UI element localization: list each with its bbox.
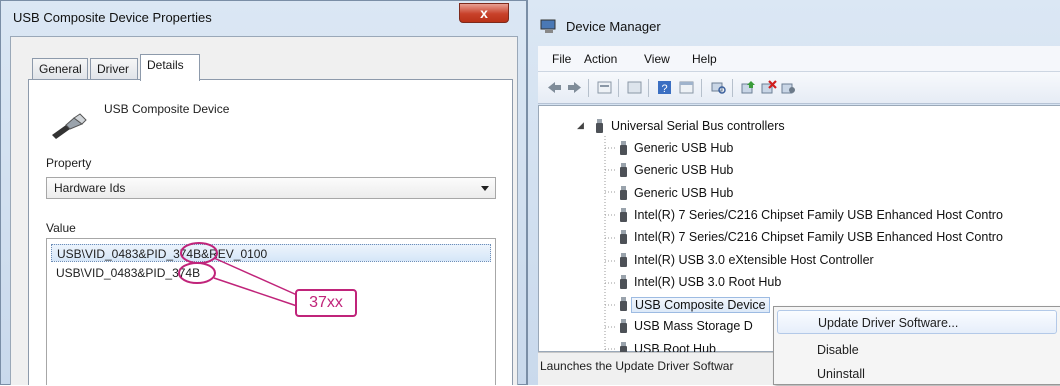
usb-device-icon	[620, 253, 627, 267]
window-title: Device Manager	[566, 19, 661, 34]
tree-category-usb[interactable]: Universal Serial Bus controllers	[611, 119, 785, 133]
usb-device-icon	[620, 163, 627, 177]
list-item[interactable]: USB\VID_0483&PID_374B	[51, 264, 205, 282]
usb-plug-icon	[52, 113, 87, 139]
tree-item[interactable]: Intel(R) USB 3.0 Root Hub	[634, 275, 781, 289]
tree-item[interactable]: Intel(R) USB 3.0 eXtensible Host Control…	[634, 253, 874, 267]
device-manager-window: Device Manager File Action View Help ? ◢…	[527, 0, 1060, 385]
toolbar-separator	[618, 79, 619, 97]
close-button[interactable]: x	[459, 3, 509, 23]
usb-device-icon	[620, 275, 627, 289]
toolbar-separator	[732, 79, 733, 97]
status-text: Launches the Update Driver Softwar	[540, 359, 734, 373]
view-icon[interactable]	[678, 80, 695, 95]
usb-device-icon	[620, 141, 627, 155]
toolbar-separator	[648, 79, 649, 97]
update-driver-icon[interactable]	[740, 80, 757, 95]
collapse-arrow-icon[interactable]: ◢	[577, 120, 584, 131]
chevron-down-icon	[481, 186, 489, 191]
tab-general[interactable]: General	[32, 58, 88, 80]
menu-item-disable[interactable]: Disable	[777, 338, 1057, 362]
console-icon[interactable]	[626, 80, 643, 95]
property-dropdown[interactable]: Hardware Ids	[46, 177, 496, 199]
property-label: Property	[46, 156, 92, 170]
usb-device-icon	[620, 230, 627, 244]
menu-bar: File Action View Help	[538, 46, 1060, 72]
menu-view[interactable]: View	[644, 52, 670, 66]
menu-item-update-driver[interactable]: Update Driver Software...	[777, 310, 1057, 334]
uninstall-icon[interactable]	[760, 80, 777, 95]
menu-file[interactable]: File	[552, 52, 571, 66]
tree-item[interactable]: USB Composite Device	[631, 297, 770, 313]
tab-details[interactable]: Details	[140, 54, 200, 81]
properties-titlebar[interactable]: USB Composite Device Properties x	[1, 1, 526, 35]
forward-icon[interactable]	[566, 80, 583, 95]
tree-item[interactable]: Generic USB Hub	[634, 141, 733, 155]
usb-device-icon	[620, 186, 627, 200]
tree-item[interactable]: Intel(R) 7 Series/C216 Chipset Family US…	[634, 230, 1003, 244]
tree-item[interactable]: Generic USB Hub	[634, 186, 733, 200]
menu-item-uninstall[interactable]: Uninstall	[777, 362, 1057, 386]
toolbar-separator	[701, 79, 702, 97]
context-menu: Update Driver Software... Disable Uninst…	[773, 306, 1060, 385]
usb-device-icon	[620, 319, 627, 333]
list-item[interactable]: USB\VID_0483&PID_374B&REV_0100	[51, 244, 491, 262]
menu-action[interactable]: Action	[584, 52, 617, 66]
tree-item[interactable]: Generic USB Hub	[634, 163, 733, 177]
usb-device-icon	[620, 208, 627, 222]
device-manager-icon	[540, 19, 556, 33]
tree-item[interactable]: Intel(R) 7 Series/C216 Chipset Family US…	[634, 208, 1003, 222]
help-icon[interactable]: ?	[656, 80, 673, 95]
window-title: USB Composite Device Properties	[13, 10, 212, 25]
device-name: USB Composite Device	[104, 102, 230, 116]
toolbar-separator	[588, 79, 589, 97]
tree-item[interactable]: USB Mass Storage D	[634, 319, 753, 333]
property-selected-value: Hardware Ids	[54, 181, 126, 195]
usb-device-icon	[620, 297, 627, 311]
value-listbox[interactable]: USB\VID_0483&PID_374B&REV_0100 USB\VID_0…	[46, 238, 496, 385]
tab-driver[interactable]: Driver	[90, 58, 138, 80]
properties-icon[interactable]	[596, 80, 613, 95]
toolbar: ?	[538, 72, 1060, 104]
scan-icon[interactable]	[710, 80, 727, 95]
annotation-callout: 37xx	[295, 289, 357, 317]
svg-text:?: ?	[662, 83, 668, 95]
value-label: Value	[46, 221, 76, 235]
usb-controller-icon	[596, 119, 603, 133]
menu-help[interactable]: Help	[692, 52, 717, 66]
back-icon[interactable]	[546, 80, 563, 95]
disable-icon[interactable]	[780, 80, 797, 95]
